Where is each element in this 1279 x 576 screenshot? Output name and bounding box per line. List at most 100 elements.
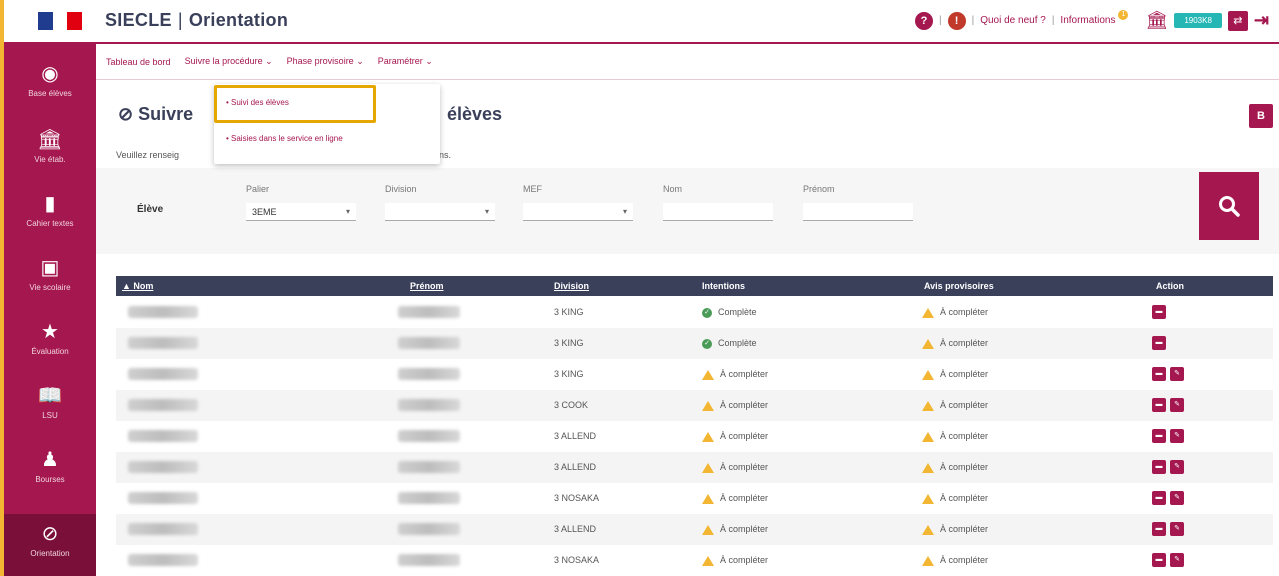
- sidebar-item-label: LSU: [42, 411, 58, 420]
- nom-input[interactable]: [663, 203, 773, 221]
- redacted-prenom: [398, 523, 460, 535]
- avis-cell: À compléter: [922, 369, 988, 380]
- edit-button[interactable]: ✎: [1170, 491, 1184, 505]
- avis-text: À compléter: [940, 369, 989, 379]
- view-button[interactable]: ▬: [1152, 398, 1166, 412]
- sidebar-item-lsu[interactable]: 📖 LSU: [4, 376, 96, 436]
- switch-icon[interactable]: ⇄: [1227, 10, 1248, 31]
- division-cell: 3 ALLEND: [554, 431, 597, 441]
- view-button[interactable]: ▬: [1152, 305, 1166, 319]
- column-header-intentions: Intentions: [702, 281, 745, 291]
- table-row: 3 KING ✓ Complète À compléter ▬: [116, 297, 1273, 328]
- prenom-input[interactable]: [803, 203, 913, 221]
- view-button[interactable]: ▬: [1152, 429, 1166, 443]
- warning-icon: [922, 493, 934, 504]
- redacted-nom: [128, 492, 198, 504]
- export-button[interactable]: B: [1249, 104, 1273, 128]
- tab-suivre-la-procedure[interactable]: Suivre la procédure ⌄: [185, 56, 273, 67]
- menu-item-saisies-en-ligne[interactable]: • Saisies dans le service en ligne: [226, 134, 343, 143]
- help-icon[interactable]: ?: [914, 11, 933, 30]
- view-button[interactable]: ▬: [1152, 367, 1166, 381]
- edit-button[interactable]: ✎: [1170, 460, 1184, 474]
- intentions-cell: ✓ Complète: [702, 338, 757, 349]
- avis-text: À compléter: [940, 431, 989, 441]
- warning-icon: [702, 524, 714, 535]
- view-button[interactable]: ▬: [1152, 460, 1166, 474]
- redacted-prenom: [398, 399, 460, 411]
- column-header-prenom[interactable]: Prénom: [410, 281, 444, 291]
- palier-select[interactable]: 3EME ▾: [246, 203, 356, 221]
- uai-badge[interactable]: 1903K8: [1174, 13, 1222, 28]
- redacted-prenom: [398, 461, 460, 473]
- view-button[interactable]: ▬: [1152, 553, 1166, 567]
- edit-button[interactable]: ✎: [1170, 367, 1184, 381]
- page-title-end: élèves: [447, 104, 503, 124]
- notification-badge: 1: [1118, 9, 1129, 20]
- edit-button[interactable]: ✎: [1170, 553, 1184, 567]
- intentions-text: Complète: [718, 307, 757, 317]
- logout-icon[interactable]: ⇥: [1254, 10, 1269, 31]
- star-icon: ★: [41, 321, 59, 343]
- sidebar-item-orientation[interactable]: ⊘ Orientation: [4, 514, 96, 576]
- sidebar-item-base-eleves[interactable]: ◉ Base élèves: [4, 54, 96, 114]
- intentions-text: À compléter: [720, 493, 769, 503]
- edit-button[interactable]: ✎: [1170, 398, 1184, 412]
- alert-icon[interactable]: !: [947, 11, 966, 30]
- division-cell: 3 ALLEND: [554, 462, 597, 472]
- avis-text: À compléter: [940, 307, 989, 317]
- tab-parametrer[interactable]: Paramétrer ⌄: [378, 56, 433, 67]
- sidebar-item-evaluation[interactable]: ★ Évaluation: [4, 312, 96, 372]
- edit-button[interactable]: ✎: [1170, 429, 1184, 443]
- view-button[interactable]: ▬: [1152, 522, 1166, 536]
- edit-button[interactable]: ✎: [1170, 522, 1184, 536]
- avis-cell: À compléter: [922, 462, 988, 473]
- informations-link[interactable]: Informations: [1060, 15, 1115, 26]
- table-row: 3 NOSAKA À compléter À compléter ▬ ✎: [116, 545, 1273, 576]
- avis-cell: À compléter: [922, 338, 988, 349]
- division-cell: 3 NOSAKA: [554, 555, 600, 565]
- table-row: 3 ALLEND À compléter À compléter ▬ ✎: [116, 421, 1273, 452]
- mef-select[interactable]: ▾: [523, 203, 633, 221]
- prenom-label: Prénom: [803, 184, 835, 194]
- table-row: 3 COOK À compléter À compléter ▬ ✎: [116, 390, 1273, 421]
- view-button[interactable]: ▬: [1152, 491, 1166, 505]
- sidebar-item-vie-etab[interactable]: 🏛 Vie étab.: [4, 120, 96, 180]
- intentions-cell: À compléter: [702, 555, 768, 566]
- division-label: Division: [385, 184, 417, 194]
- table-row: 3 ALLEND À compléter À compléter ▬ ✎: [116, 452, 1273, 483]
- avis-cell: À compléter: [922, 400, 988, 411]
- whats-new-link[interactable]: Quoi de neuf ?: [980, 15, 1046, 26]
- intentions-text: À compléter: [720, 555, 769, 565]
- tab-phase-provisoire[interactable]: Phase provisoire ⌄: [287, 56, 364, 67]
- users-icon: ◉: [41, 63, 59, 85]
- warning-icon: [702, 555, 714, 566]
- division-cell: 3 NOSAKA: [554, 493, 600, 503]
- mef-label: MEF: [523, 184, 542, 194]
- sidebar-item-vie-scolaire[interactable]: ▣ Vie scolaire: [4, 248, 96, 308]
- warning-icon: [922, 400, 934, 411]
- avis-text: À compléter: [940, 493, 989, 503]
- column-header-nom[interactable]: ▲ Nom: [122, 281, 153, 291]
- redacted-nom: [128, 306, 198, 318]
- palier-label: Palier: [246, 184, 270, 194]
- sidebar-item-bourses[interactable]: ♟ Bourses: [4, 440, 96, 500]
- bank-icon[interactable]: 🏛: [1145, 10, 1168, 31]
- sidebar-item-label: Base élèves: [28, 89, 72, 98]
- warning-icon: [922, 524, 934, 535]
- redacted-nom: [128, 430, 198, 442]
- sidebar-item-cahier-textes[interactable]: ▮ Cahier textes: [4, 184, 96, 244]
- tab-tableau-de-bord[interactable]: Tableau de bord: [106, 57, 171, 67]
- redacted-prenom: [398, 554, 460, 566]
- division-cell: 3 KING: [554, 369, 584, 379]
- view-button[interactable]: ▬: [1152, 336, 1166, 350]
- search-icon: [1219, 196, 1240, 217]
- column-header-division[interactable]: Division: [554, 281, 589, 291]
- division-select[interactable]: ▾: [385, 203, 495, 221]
- nav-tabs: Tableau de bord Suivre la procédure ⌄ Ph…: [96, 44, 1279, 80]
- table-row: 3 KING À compléter À compléter ▬ ✎: [116, 359, 1273, 390]
- filter-row-label: Élève: [137, 204, 164, 215]
- division-cell: 3 KING: [554, 307, 584, 317]
- search-button[interactable]: [1199, 172, 1259, 240]
- avis-text: À compléter: [940, 555, 989, 565]
- redacted-prenom: [398, 430, 460, 442]
